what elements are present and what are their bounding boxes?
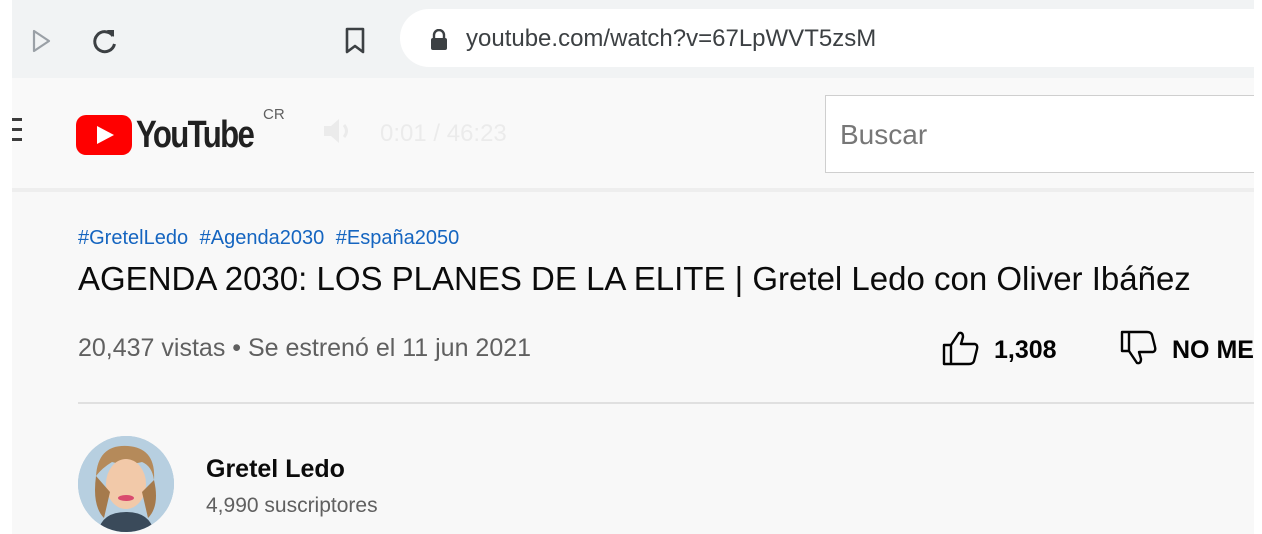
section-divider — [78, 402, 1254, 404]
subscriber-count: 4,990 suscriptores — [206, 494, 378, 517]
bookmark-icon[interactable] — [338, 24, 372, 58]
video-title: AGENDA 2030: LOS PLANES DE LA ELITE | Gr… — [78, 260, 1191, 297]
page-frame: youtube.com/watch?v=67LpWVT5zsM YouTube … — [12, 0, 1254, 534]
browser-toolbar: youtube.com/watch?v=67LpWVT5zsM — [12, 0, 1254, 78]
like-count: 1,308 — [994, 336, 1057, 364]
youtube-logo[interactable]: YouTube — [76, 114, 279, 156]
menu-icon[interactable] — [12, 116, 26, 146]
url-text: youtube.com/watch?v=67LpWVT5zsM — [466, 25, 877, 52]
volume-icon — [322, 116, 356, 151]
channel-name[interactable]: Gretel Ledo — [206, 455, 345, 484]
video-meta: 20,437 vistas • Se estrenó el 11 jun 202… — [78, 334, 532, 362]
like-icon — [942, 330, 980, 371]
address-bar[interactable]: youtube.com/watch?v=67LpWVT5zsM — [400, 9, 1254, 67]
hashtag-list: #GretelLedo #Agenda2030 #España2050 — [78, 227, 465, 250]
dislike-label: NO ME GUSTA — [1172, 336, 1254, 364]
channel-avatar[interactable] — [78, 436, 174, 532]
reload-icon[interactable] — [88, 24, 122, 58]
hashtag-link[interactable]: #GretelLedo — [78, 227, 188, 249]
player-time: 0:01 / 46:23 — [380, 119, 507, 147]
hashtag-link[interactable]: #Agenda2030 — [200, 227, 325, 249]
hashtag-link[interactable]: #España2050 — [336, 227, 459, 249]
dislike-icon — [1120, 330, 1158, 371]
search-box[interactable] — [825, 95, 1254, 173]
forward-icon[interactable] — [24, 24, 58, 58]
lock-icon — [430, 28, 448, 56]
play-logo-icon — [76, 115, 132, 155]
header-divider — [12, 188, 1254, 192]
like-button[interactable]: 1,308 — [942, 330, 1057, 371]
player-controls-ghost: 0:01 / 46:23 — [322, 116, 507, 151]
search-input[interactable] — [838, 114, 1242, 156]
country-code: CR — [263, 106, 285, 123]
dislike-button[interactable]: NO ME GUSTA — [1120, 330, 1254, 371]
logo-text: YouTube — [136, 113, 255, 156]
youtube-header: YouTube CR 0:01 / 46:23 — [12, 78, 1254, 188]
